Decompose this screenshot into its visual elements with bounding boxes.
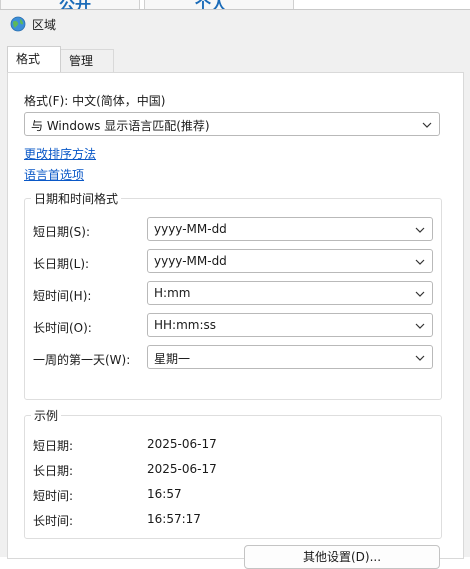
- example-long-date-label: 长日期:: [33, 464, 74, 478]
- example-short-date-value: 2025-06-17: [147, 437, 217, 451]
- other-settings-button[interactable]: 其他设置(D)...: [244, 545, 440, 569]
- short-time-select[interactable]: H:mm: [147, 281, 433, 305]
- chevron-down-icon: [415, 227, 425, 233]
- example-long-time-value: 16:57:17: [147, 512, 201, 526]
- chevron-down-icon: [415, 323, 425, 329]
- example-long-time-label: 长时间:: [33, 514, 74, 528]
- format-select-value: 与 Windows 显示语言匹配(推荐): [31, 119, 210, 133]
- short-time-value: H:mm: [154, 286, 191, 300]
- long-time-select[interactable]: HH:mm:ss: [147, 313, 433, 337]
- first-day-of-week-label: 一周的第一天(W):: [33, 353, 131, 367]
- datetime-group-title: 日期和时间格式: [31, 190, 122, 207]
- chevron-down-icon: [422, 122, 432, 128]
- format-label: 格式(F): 中文(简体，中国): [24, 94, 166, 108]
- example-short-time-value: 16:57: [147, 487, 182, 501]
- examples-group-title: 示例: [31, 407, 62, 424]
- long-date-value: yyyy-MM-dd: [154, 254, 227, 268]
- first-day-of-week-value: 星期一: [154, 352, 191, 366]
- short-date-label: 短日期(S):: [33, 225, 91, 239]
- datetime-formats-group: 日期和时间格式 短日期(S): yyyy-MM-dd 长日期(L): yyyy-…: [24, 190, 442, 400]
- first-day-of-week-select[interactable]: 星期一: [147, 345, 433, 369]
- long-time-label: 长时间(O):: [33, 321, 92, 335]
- short-date-select[interactable]: yyyy-MM-dd: [147, 217, 433, 241]
- change-sort-link[interactable]: 更改排序方法: [24, 145, 96, 162]
- short-time-label: 短时间(H):: [33, 289, 92, 303]
- tab-administrative[interactable]: 管理: [60, 49, 114, 72]
- long-time-value: HH:mm:ss: [154, 318, 217, 332]
- format-panel: 格式(F): 中文(简体，中国) 与 Windows 显示语言匹配(推荐) 更改…: [7, 72, 464, 569]
- example-short-date-label: 短日期:: [33, 439, 74, 453]
- examples-group: 示例 短日期: 2025-06-17 长日期: 2025-06-17 短时间: …: [24, 407, 442, 539]
- globe-icon: [10, 16, 26, 32]
- long-date-label: 长日期(L):: [33, 257, 90, 271]
- region-dialog: 区域 格式 管理 格式(F): 中文(简体，中国) 与 Windows 显示语言…: [0, 9, 470, 569]
- example-long-date-value: 2025-06-17: [147, 462, 217, 476]
- chevron-down-icon: [415, 291, 425, 297]
- format-select[interactable]: 与 Windows 显示语言匹配(推荐): [24, 112, 440, 136]
- tab-format[interactable]: 格式: [7, 46, 61, 72]
- window-title: 区域: [32, 18, 57, 32]
- example-short-time-label: 短时间:: [33, 489, 74, 503]
- title-bar: 区域: [0, 10, 470, 38]
- long-date-select[interactable]: yyyy-MM-dd: [147, 249, 433, 273]
- language-preferences-link[interactable]: 语言首选项: [24, 166, 84, 183]
- chevron-down-icon: [415, 259, 425, 265]
- chevron-down-icon: [415, 355, 425, 361]
- short-date-value: yyyy-MM-dd: [154, 222, 227, 236]
